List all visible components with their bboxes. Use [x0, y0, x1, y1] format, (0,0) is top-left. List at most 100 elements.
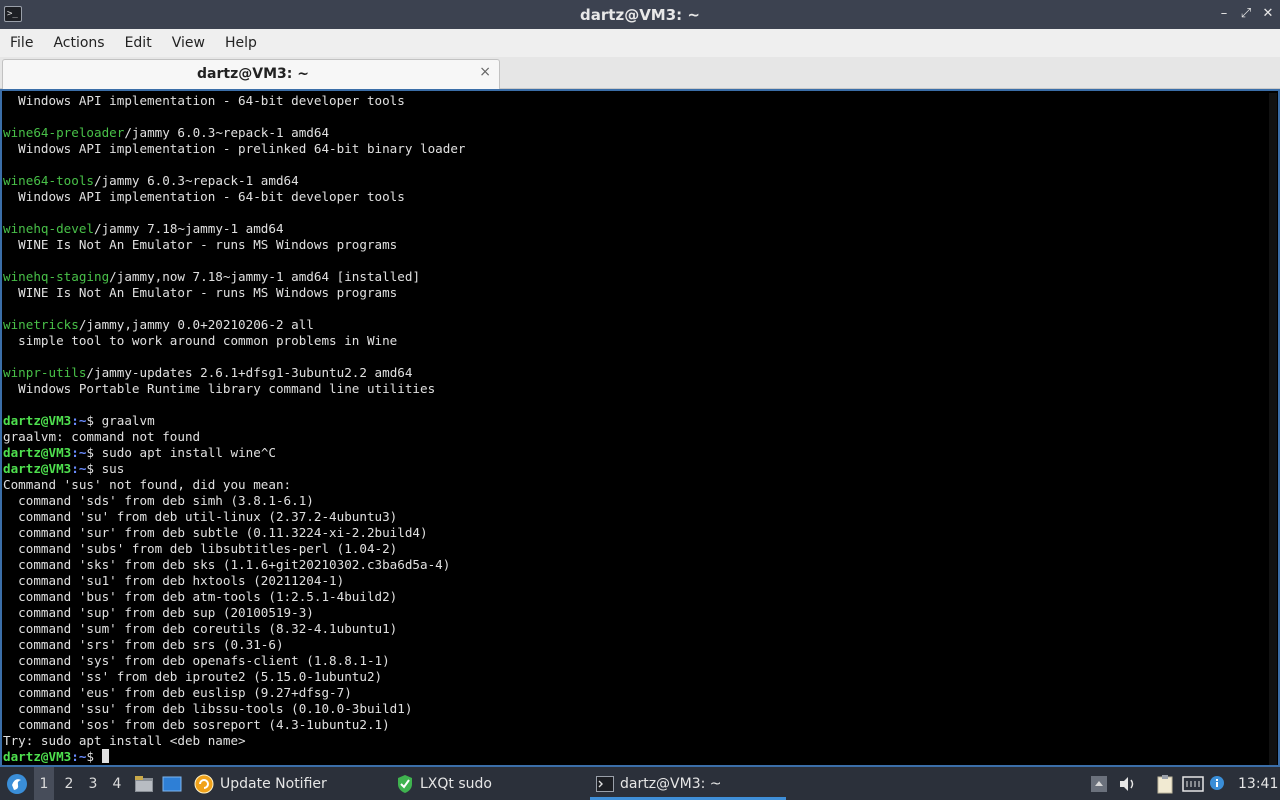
desktop-1-label: 1 [39, 775, 49, 792]
terminal-line: simple tool to work around common proble… [3, 333, 398, 348]
terminal-line: Windows API implementation - 64-bit deve… [3, 189, 405, 204]
desktop-2-label: 2 [64, 775, 74, 792]
minimize-button[interactable]: – [1214, 4, 1234, 24]
terminal-line: command 'srs' from deb srs (0.31-6) [3, 637, 284, 652]
clock[interactable]: 13:41 [1238, 767, 1278, 800]
prompt-path: :~ [71, 749, 87, 764]
terminal-line: command 'sum' from deb coreutils (8.32-4… [3, 621, 398, 636]
terminal-icon [596, 775, 614, 792]
maximize-button[interactable]: ⤢ [1236, 4, 1256, 24]
terminal-line: winehq-staging/jammy,now 7.18~jammy-1 am… [3, 269, 1266, 285]
updates-tray[interactable] [1208, 767, 1228, 800]
terminal-line: dartz@VM3:~$ sudo apt install wine^C [3, 445, 1266, 461]
package-name: winehq-staging [3, 269, 110, 284]
terminal-app-icon[interactable]: >_ [4, 6, 22, 22]
terminal-line: Windows Portable Runtime library command… [3, 381, 436, 396]
volume-control[interactable] [1118, 767, 1138, 800]
taskbar: 1 2 3 4 Update Notifier LXQt sudo dartz@… [0, 767, 1280, 800]
network-icon [1182, 775, 1204, 792]
terminal-line: WINE Is Not An Emulator - runs MS Window… [3, 237, 398, 252]
package-name: wine64-preloader [3, 125, 125, 140]
prompt-command: graalvm [101, 413, 155, 428]
menu-file[interactable]: File [0, 29, 43, 57]
package-details: /jammy 6.0.3~repack-1 amd64 [94, 173, 299, 188]
terminal-line: dartz@VM3:~$ graalvm [3, 413, 1266, 429]
network-tray[interactable] [1182, 767, 1204, 800]
prompt-path: :~ [71, 413, 87, 428]
update-notifier-icon [194, 774, 214, 793]
terminal-line: command 'ssu' from deb libssu-tools (0.1… [3, 701, 413, 716]
terminal-view[interactable]: Windows API implementation - 64-bit deve… [0, 89, 1280, 767]
terminal-line: command 'sos' from deb sosreport (4.3-1u… [3, 717, 390, 732]
tray-arrow-icon [1091, 775, 1107, 792]
terminal-line: command 'ss' from deb iproute2 (5.15.0-1… [3, 669, 383, 684]
terminal-line: winetricks/jammy,jammy 0.0+20210206-2 al… [3, 317, 1266, 333]
terminal-line: command 'sys' from deb openafs-client (1… [3, 653, 390, 668]
terminal-scrollbar[interactable] [1269, 93, 1277, 765]
package-details: /jammy,jammy 0.0+20210206-2 all [78, 317, 314, 332]
menu-actions[interactable]: Actions [43, 29, 114, 57]
close-button[interactable]: ✕ [1258, 4, 1278, 24]
menu-view[interactable]: View [162, 29, 215, 57]
package-details: /jammy,now 7.18~jammy-1 amd64 [installed… [109, 269, 421, 284]
start-menu-button[interactable] [6, 767, 28, 800]
desktop-2[interactable]: 2 [60, 767, 78, 800]
clipboard-tray[interactable] [1156, 767, 1174, 800]
terminal-line: dartz@VM3:~$ [3, 749, 1266, 765]
tab-close-icon[interactable]: × [479, 64, 491, 80]
terminal-line: Command 'sus' not found, did you mean: [3, 477, 292, 492]
package-name: winehq-devel [3, 221, 94, 236]
terminal-tab[interactable]: dartz@VM3: ~ × [2, 59, 500, 89]
package-name: winpr-utils [3, 365, 87, 380]
terminal-line: Try: sudo apt install <deb name> [3, 733, 246, 748]
clock-time: 13:41 [1238, 775, 1279, 792]
terminal-line: dartz@VM3:~$ sus [3, 461, 1266, 477]
prompt-path: :~ [71, 461, 87, 476]
window-titlebar[interactable]: >_ dartz@VM3: ~ – ⤢ ✕ [0, 0, 1280, 29]
desktop-3[interactable]: 3 [84, 767, 102, 800]
menu-edit[interactable]: Edit [115, 29, 162, 57]
terminal-line: wine64-preloader/jammy 6.0.3~repack-1 am… [3, 125, 1266, 141]
task-lxqt-sudo-label: LXQt sudo [420, 775, 492, 792]
file-manager-launcher[interactable] [134, 767, 154, 800]
terminal-line: winpr-utils/jammy-updates 2.6.1+dfsg1-3u… [3, 365, 1266, 381]
task-terminal[interactable]: dartz@VM3: ~ [596, 767, 722, 800]
terminal-line: command 'bus' from deb atm-tools (1:2.5.… [3, 589, 398, 604]
package-name: winetricks [3, 317, 79, 332]
terminal-line: graalvm: command not found [3, 429, 201, 444]
task-lxqt-sudo[interactable]: LXQt sudo [396, 767, 492, 800]
show-desktop-icon [162, 776, 182, 791]
terminal-line: command 'su' from deb util-linux (2.37.2… [3, 509, 398, 524]
prompt-command: sus [101, 461, 125, 476]
lxqt-logo-icon [7, 773, 27, 794]
prompt-symbol: $ [86, 445, 102, 460]
tray-hide-button[interactable] [1090, 767, 1108, 800]
desktop-1[interactable]: 1 [34, 767, 54, 800]
terminal-line: Windows API implementation - 64-bit deve… [3, 93, 405, 108]
task-update-notifier[interactable]: Update Notifier [194, 767, 327, 800]
task-terminal-label: dartz@VM3: ~ [620, 775, 722, 792]
prompt-user: dartz@VM3 [3, 445, 72, 460]
terminal-line: command 'eus' from deb euslisp (9.27+dfs… [3, 685, 352, 700]
show-desktop-button[interactable] [162, 767, 182, 800]
desktop-4-label: 4 [112, 775, 122, 792]
menu-help[interactable]: Help [215, 29, 267, 57]
terminal-line: command 'sup' from deb sup (20100519-3) [3, 605, 314, 620]
updates-info-icon [1210, 775, 1224, 790]
file-manager-icon [135, 775, 153, 792]
terminal-line: command 'subs' from deb libsubtitles-per… [3, 541, 398, 556]
terminal-line: Windows API implementation - prelinked 6… [3, 141, 466, 156]
desktop-4[interactable]: 4 [108, 767, 126, 800]
package-details: /jammy-updates 2.6.1+dfsg1-3ubuntu2.2 am… [86, 365, 413, 380]
terminal-line: command 'sur' from deb subtle (0.11.3224… [3, 525, 428, 540]
prompt-symbol: $ [86, 749, 102, 764]
terminal-output: Windows API implementation - 64-bit deve… [3, 93, 1266, 765]
prompt-user: dartz@VM3 [3, 461, 72, 476]
tab-bar: dartz@VM3: ~ × [0, 57, 1280, 89]
prompt-symbol: $ [86, 461, 102, 476]
